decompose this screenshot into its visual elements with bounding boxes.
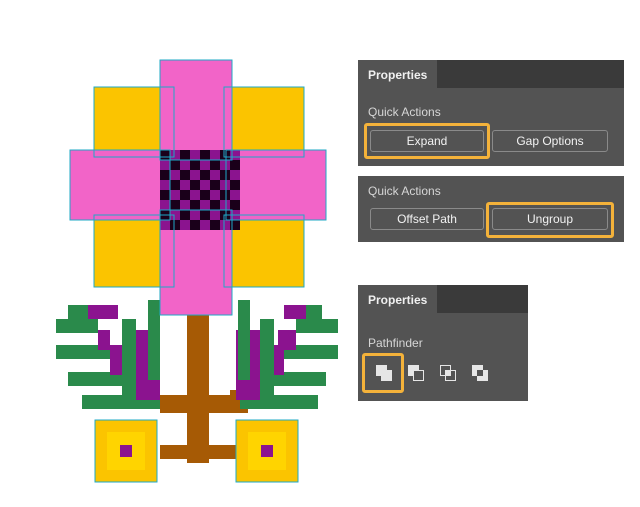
properties-tab[interactable]: Properties [358,285,438,313]
properties-panel-middle: Quick Actions Offset Path Ungroup [358,176,624,242]
quick-actions-label: Quick Actions [368,105,441,119]
properties-panel-bottom: Properties Pathfinder [358,285,528,401]
pathfinder-exclude-icon[interactable] [470,363,490,383]
small-flower-right [236,420,298,482]
pathfinder-label: Pathfinder [368,336,423,350]
stem [187,315,209,463]
properties-panel-top: Properties Quick Actions Expand Gap Opti… [358,60,624,166]
properties-tab[interactable]: Properties [358,60,438,88]
leaf-cluster-left [56,300,160,409]
leaf-cluster-right [236,300,338,409]
offset-path-button[interactable]: Offset Path [370,208,484,230]
small-flower-left [95,420,157,482]
expand-highlight [364,123,490,159]
ungroup-highlight [486,202,614,238]
stem-branch-left [160,395,240,413]
pathfinder-intersect-icon[interactable] [438,363,458,383]
pixel-flower-artwork[interactable] [0,0,340,507]
flower-center-checker [160,150,240,230]
unite-highlight [362,353,404,393]
gap-options-button[interactable]: Gap Options [492,130,608,152]
pathfinder-minus-front-icon[interactable] [406,363,426,383]
stem-branch-bottom [160,445,240,459]
quick-actions-label: Quick Actions [368,184,441,198]
